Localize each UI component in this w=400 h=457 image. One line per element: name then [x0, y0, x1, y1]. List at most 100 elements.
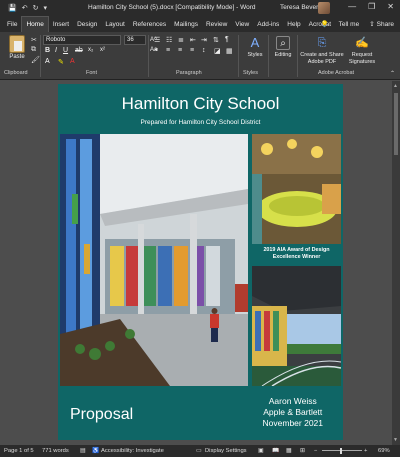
group-styles-label: Styles — [243, 70, 258, 76]
clipboard-icon — [9, 35, 25, 53]
divider — [40, 35, 41, 77]
close-button[interactable]: ✕ — [387, 2, 394, 11]
tab-home[interactable]: Home — [21, 16, 49, 32]
display-settings-icon: ▭ — [196, 448, 202, 454]
multilevel-list-icon[interactable]: ≣ — [178, 36, 184, 44]
request-signatures-button[interactable]: ✍ Request Signatures — [346, 36, 378, 65]
create-share-pdf-label: Create and Share Adobe PDF — [300, 52, 344, 65]
undo-icon[interactable]: ↶ — [22, 4, 28, 12]
decrease-indent-icon[interactable]: ⇤ — [190, 36, 196, 44]
page-subtitle: Prepared for Hamilton City School Distri… — [140, 119, 261, 126]
underline-icon[interactable]: U — [63, 47, 68, 54]
tab-design[interactable]: Design — [73, 16, 101, 32]
page-count[interactable]: Page 1 of 5 — [4, 448, 34, 454]
document-date: November 2021 — [262, 418, 323, 428]
tab-review[interactable]: Review — [202, 16, 231, 32]
align-right-icon[interactable]: ≡ — [178, 47, 182, 54]
line-spacing-icon[interactable]: ↕ — [202, 47, 206, 54]
lightbulb-icon[interactable]: 💡 — [321, 20, 329, 28]
sort-icon[interactable]: ⇅ — [213, 36, 219, 44]
tab-help[interactable]: Help — [283, 16, 304, 32]
read-mode-icon[interactable]: 📖 — [272, 448, 279, 454]
zoom-level[interactable]: 69% — [378, 448, 390, 454]
highlight-icon[interactable]: ✎ — [58, 58, 64, 66]
avatar[interactable] — [318, 2, 330, 14]
school-building-photo — [60, 134, 248, 386]
editing-button[interactable]: ⌕ Editing — [271, 36, 295, 59]
create-share-pdf-button[interactable]: ⎘ Create and Share Adobe PDF — [299, 36, 345, 65]
paste-label: Paste — [9, 54, 25, 60]
align-left-icon[interactable]: ≡ — [154, 47, 158, 54]
tell-me-search[interactable]: Tell me — [339, 21, 360, 28]
show-marks-icon[interactable]: ¶ — [225, 36, 229, 43]
align-center-icon[interactable]: ≡ — [166, 47, 170, 54]
restore-button[interactable]: ❐ — [368, 2, 375, 11]
group-acrobat-label: Adobe Acrobat — [318, 70, 355, 76]
accessibility-status[interactable]: Accessibility: Investigate — [101, 448, 164, 454]
group-font-label: Font — [86, 70, 98, 76]
copy-icon[interactable]: ⧉ — [31, 46, 36, 54]
tab-file[interactable]: File — [0, 16, 21, 32]
text-effects-icon[interactable]: A — [45, 58, 50, 65]
bold-icon[interactable]: B — [45, 47, 50, 54]
borders-icon[interactable]: ▦ — [226, 47, 233, 55]
school-exterior-photo — [252, 266, 341, 386]
zoom-slider[interactable] — [322, 450, 362, 451]
vertical-scrollbar[interactable]: ▲ ▼ — [392, 81, 400, 445]
justify-icon[interactable]: ≡ — [190, 47, 194, 54]
proofing-icon[interactable]: ▤ — [80, 448, 85, 454]
tab-insert[interactable]: Insert — [49, 16, 73, 32]
share-button[interactable]: Share — [377, 21, 394, 28]
user-name[interactable]: Teresa Bever — [280, 4, 318, 11]
group-clipboard-label: Clipboard — [4, 70, 28, 76]
styles-button[interactable]: A Styles — [243, 36, 267, 59]
superscript-icon[interactable]: x² — [100, 47, 105, 53]
italic-icon[interactable]: I — [55, 47, 57, 54]
save-icon[interactable]: 💾 — [8, 4, 17, 12]
divider — [148, 35, 149, 77]
document-page[interactable]: Hamilton City School Prepared for Hamilt… — [58, 84, 343, 440]
font-size-dropdown[interactable]: 36 — [124, 35, 146, 45]
paste-button[interactable]: Paste — [6, 35, 28, 60]
tab-layout[interactable]: Layout — [101, 16, 129, 32]
share-icon[interactable]: ⇪ — [369, 20, 374, 28]
redo-icon[interactable]: ↻ — [33, 4, 39, 12]
status-bar: Page 1 of 5 771 words ▤ ♿ Accessibility:… — [0, 445, 400, 457]
tab-references[interactable]: References — [129, 16, 170, 32]
zoom-out-icon[interactable]: − — [314, 448, 317, 454]
focus-mode-icon[interactable]: ▣ — [258, 448, 263, 454]
strikethrough-icon[interactable]: ab — [75, 47, 83, 54]
divider — [297, 35, 298, 77]
tab-add-ins[interactable]: Add-ins — [253, 16, 283, 32]
zoom-slider-thumb[interactable] — [340, 448, 342, 454]
print-layout-icon[interactable]: ▦ — [286, 448, 291, 454]
tab-view[interactable]: View — [231, 16, 253, 32]
subscript-icon[interactable]: x₂ — [88, 47, 93, 53]
font-name-dropdown[interactable]: Roboto — [43, 35, 121, 45]
scroll-up-icon[interactable]: ▲ — [393, 83, 398, 89]
web-layout-icon[interactable]: ⊞ — [300, 448, 305, 454]
bullets-icon[interactable]: ☰ — [154, 36, 160, 44]
signature-icon: ✍ — [355, 37, 369, 49]
increase-indent-icon[interactable]: ⇥ — [201, 36, 207, 44]
display-settings[interactable]: Display Settings — [205, 448, 247, 454]
font-color-icon[interactable]: A — [70, 58, 75, 65]
customize-qa-icon[interactable]: ▾ — [43, 4, 47, 12]
document-title: Hamilton City School (5).docx [Compatibi… — [88, 4, 256, 11]
scroll-thumb[interactable] — [394, 93, 398, 155]
format-painter-icon[interactable]: 🖌 — [31, 56, 40, 64]
accessibility-icon: ♿ — [92, 448, 100, 454]
divider — [268, 35, 269, 77]
numbering-icon[interactable]: ☷ — [166, 36, 172, 44]
scroll-down-icon[interactable]: ▼ — [393, 437, 398, 443]
word-count[interactable]: 771 words — [42, 448, 69, 454]
tab-mailings[interactable]: Mailings — [170, 16, 202, 32]
shading-icon[interactable]: ◪ — [214, 47, 221, 55]
minimize-button[interactable]: — — [348, 2, 356, 11]
cut-icon[interactable]: ✂ — [31, 36, 37, 44]
zoom-in-icon[interactable]: + — [364, 448, 367, 454]
page-title: Hamilton City School — [121, 94, 280, 113]
collapse-ribbon-icon[interactable]: ⌃ — [390, 70, 395, 77]
search-icon: ⌕ — [276, 36, 290, 50]
styles-label: Styles — [247, 52, 263, 58]
